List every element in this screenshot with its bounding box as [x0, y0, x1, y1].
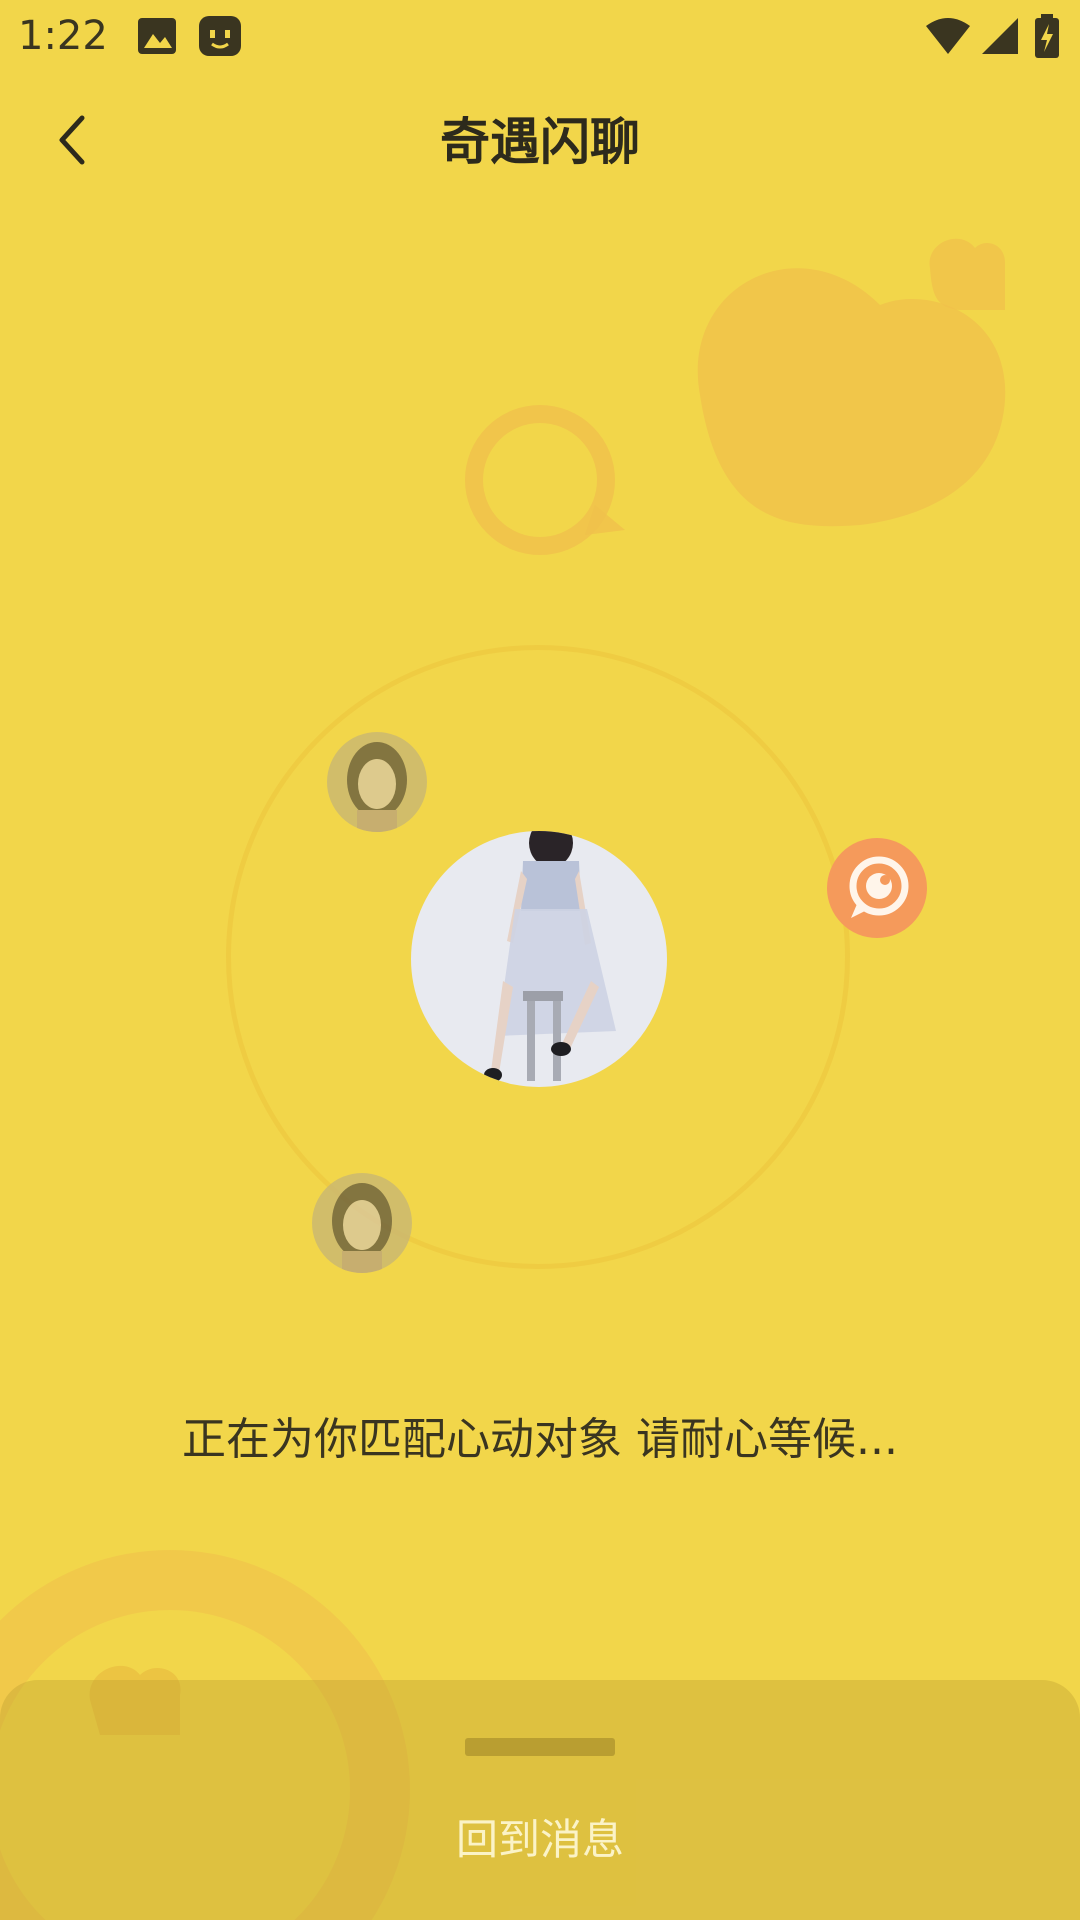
- bottom-sheet: 回到消息: [0, 1680, 1080, 1920]
- return-to-messages-button[interactable]: 回到消息: [340, 1800, 740, 1880]
- matching-status-text: 正在为你匹配心动对象 请耐心等候...: [182, 1414, 898, 1465]
- status-time: 1:22: [18, 13, 108, 59]
- battery-charging-icon: [1035, 14, 1059, 58]
- page-title: 奇遇闪聊: [440, 113, 640, 171]
- chat-bubble-button[interactable]: [827, 838, 927, 938]
- decorative-ring-bubble: [465, 405, 625, 555]
- app-notification-icon: [199, 16, 241, 56]
- status-bar: 1:22: [0, 0, 1080, 72]
- chat-bubble-icon: [849, 856, 909, 918]
- app-header: 奇遇闪聊: [0, 72, 1080, 212]
- avatar-top-left: [327, 732, 427, 832]
- cell-signal-icon: [982, 18, 1018, 54]
- decorative-heart-small: [929, 238, 1005, 310]
- sheet-handle[interactable]: [465, 1738, 615, 1756]
- image-icon: [138, 18, 176, 54]
- avatar-bottom-left: [312, 1173, 412, 1273]
- wifi-icon: [926, 18, 970, 54]
- center-avatar: [411, 831, 667, 1087]
